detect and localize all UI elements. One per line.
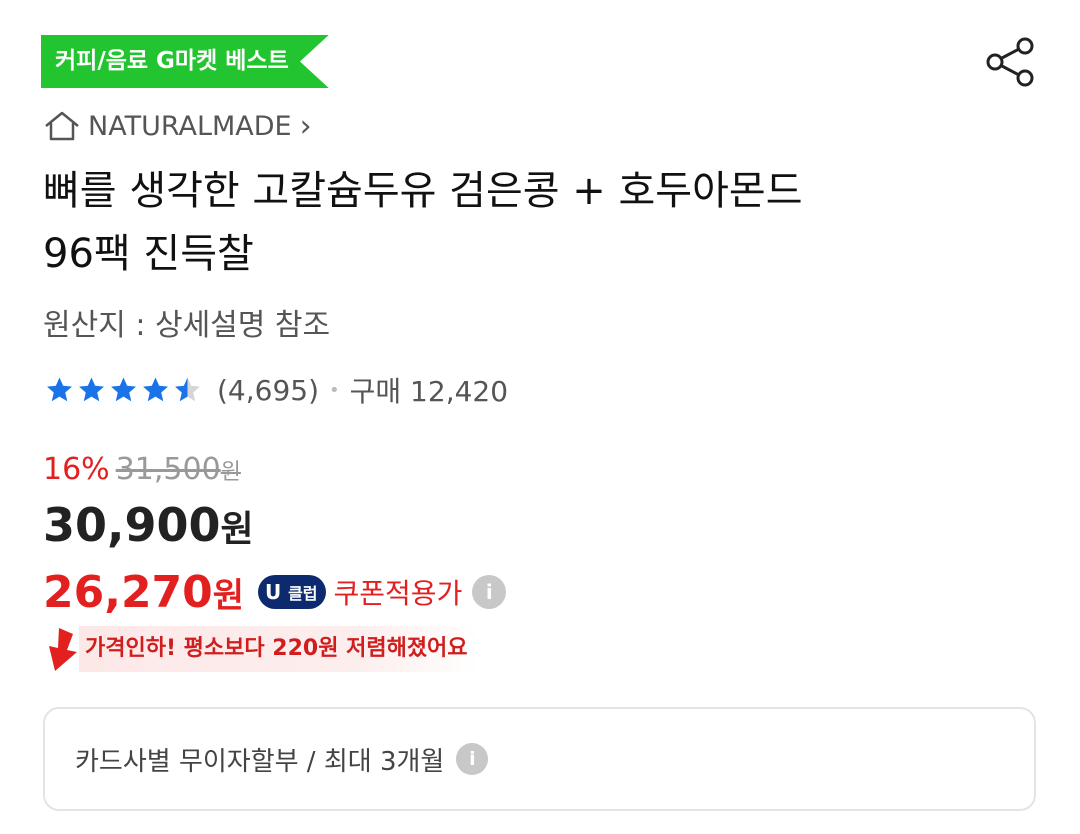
info-icon[interactable]: i xyxy=(472,575,507,609)
review-count: (4,695) xyxy=(217,373,320,407)
origin-info: 원산지 : 상세설명 참조 xyxy=(43,308,331,343)
brand-link[interactable]: NATURALMADE › xyxy=(44,106,312,146)
price-drop-banner: 가격인하! 평소보다 220원 저렴해졌어요 xyxy=(43,626,478,672)
original-price-unit: 원 xyxy=(220,460,241,485)
coupon-price-row: 26,270원 U 클럽 쿠폰적용가 i xyxy=(43,562,507,622)
half-star-icon xyxy=(175,377,200,402)
share-button[interactable] xyxy=(984,36,1036,88)
separator-dot: • xyxy=(329,379,340,401)
rating-row[interactable]: (4,695) • 구매 12,420 xyxy=(44,370,508,410)
home-icon xyxy=(45,111,79,141)
uclub-u-letter: U xyxy=(264,580,282,604)
purchase-count: 구매 12,420 xyxy=(349,375,509,408)
uclub-badge: U 클럽 xyxy=(258,575,326,609)
price-drop-text: 가격인하! 평소보다 220원 저렴해졌어요 xyxy=(79,626,478,672)
star-icon xyxy=(79,377,104,402)
info-icon[interactable]: i xyxy=(456,743,489,775)
product-title: 뼈를 생각한 고칼슘두유 검은콩 + 호두아몬드 96팩 진득찰 xyxy=(43,160,1003,286)
sale-price-value: 30,900 xyxy=(43,498,221,552)
installment-info-box[interactable]: 카드사별 무이자할부 / 최대 3개월 i xyxy=(43,707,1036,811)
coupon-price-value: 26,270 xyxy=(43,566,213,618)
star-icon xyxy=(47,377,72,402)
star-rating xyxy=(44,375,203,405)
coupon-label: 쿠폰적용가 xyxy=(333,577,463,610)
sale-price: 30,900 원 xyxy=(43,498,254,558)
uclub-label: 클럽 xyxy=(288,584,318,603)
discount-row: 16% 31,500원 xyxy=(43,452,241,490)
brand-name: NATURALMADE xyxy=(88,110,292,142)
discount-rate: 16% xyxy=(43,452,110,487)
product-info-panel: 커피/음료 G마켓 베스트 NATURALMADE › 뼈를 생각한 고칼슘두유… xyxy=(0,0,1080,834)
share-icon xyxy=(986,37,1034,87)
star-icon xyxy=(111,377,136,402)
sale-price-unit: 원 xyxy=(220,509,254,550)
chevron-right-icon: › xyxy=(299,108,312,144)
product-title-line1: 뼈를 생각한 고칼슘두유 검은콩 + 호두아몬드 xyxy=(43,168,803,214)
installment-text: 카드사별 무이자할부 / 최대 3개월 xyxy=(75,746,445,777)
down-arrow-icon xyxy=(49,628,77,671)
original-price-value: 31,500 xyxy=(115,452,221,487)
star-icon xyxy=(143,377,168,402)
best-badge[interactable]: 커피/음료 G마켓 베스트 xyxy=(41,35,329,88)
original-price: 31,500원 xyxy=(116,452,241,487)
product-title-line2: 96팩 진득찰 xyxy=(43,231,254,277)
coupon-price-unit: 원 xyxy=(212,575,245,616)
coupon-price: 26,270원 xyxy=(43,567,244,618)
